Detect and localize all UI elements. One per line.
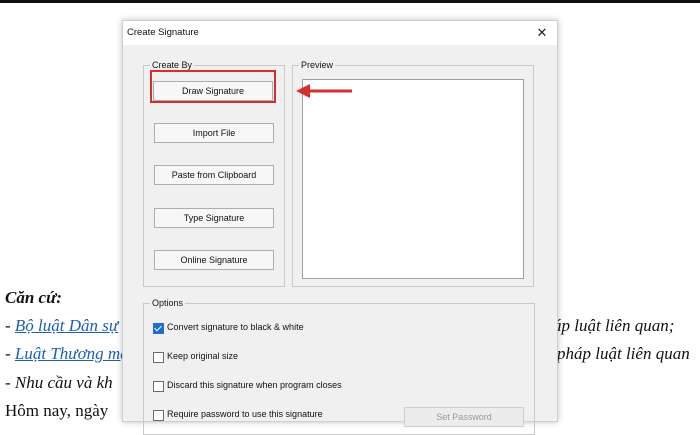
arrow-icon <box>296 84 352 98</box>
